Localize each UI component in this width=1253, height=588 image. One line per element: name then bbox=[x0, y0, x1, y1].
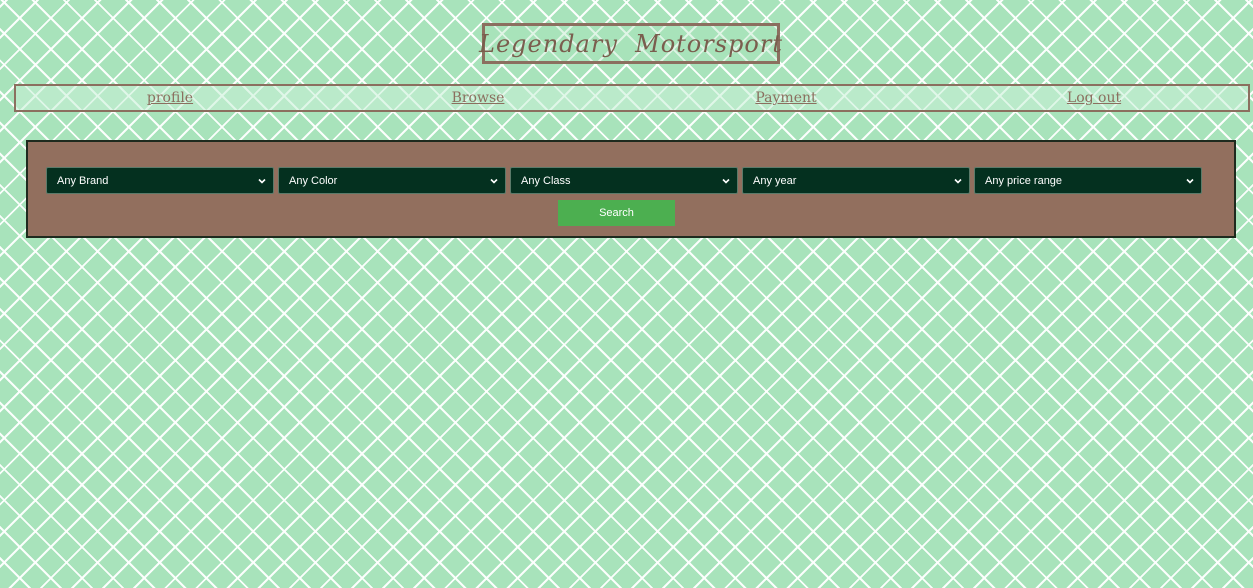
search-panel: Any Brand Any Color Any Class Any year A… bbox=[26, 140, 1236, 238]
price-range-select[interactable]: Any price range bbox=[974, 167, 1202, 194]
chevron-down-icon bbox=[490, 178, 498, 184]
chevron-down-icon bbox=[1186, 178, 1194, 184]
nav-link-browse[interactable]: Browse bbox=[324, 90, 632, 106]
main-nav: profile Browse Payment Log out bbox=[14, 84, 1250, 112]
search-button[interactable]: Search bbox=[558, 200, 675, 226]
year-select[interactable]: Any year bbox=[742, 167, 970, 194]
filter-row: Any Brand Any Color Any Class Any year A… bbox=[46, 167, 1202, 194]
site-logo-text: Legendary Motorsport bbox=[479, 29, 783, 58]
color-select[interactable]: Any Color bbox=[278, 167, 506, 194]
color-select-value: Any Color bbox=[289, 174, 338, 187]
class-select[interactable]: Any Class bbox=[510, 167, 738, 194]
brand-select-value: Any Brand bbox=[57, 174, 109, 187]
page-frame: Legendary Motorsport profile Browse Paym… bbox=[6, 0, 1253, 588]
year-select-value: Any year bbox=[753, 174, 797, 187]
chevron-down-icon bbox=[954, 178, 962, 184]
price-range-select-value: Any price range bbox=[985, 174, 1063, 187]
nav-link-payment[interactable]: Payment bbox=[632, 90, 940, 106]
nav-link-logout[interactable]: Log out bbox=[940, 90, 1248, 106]
class-select-value: Any Class bbox=[521, 174, 571, 187]
chevron-down-icon bbox=[258, 178, 266, 184]
site-logo[interactable]: Legendary Motorsport bbox=[479, 23, 783, 64]
chevron-down-icon bbox=[722, 178, 730, 184]
brand-select[interactable]: Any Brand bbox=[46, 167, 274, 194]
nav-link-profile[interactable]: profile bbox=[16, 90, 324, 106]
